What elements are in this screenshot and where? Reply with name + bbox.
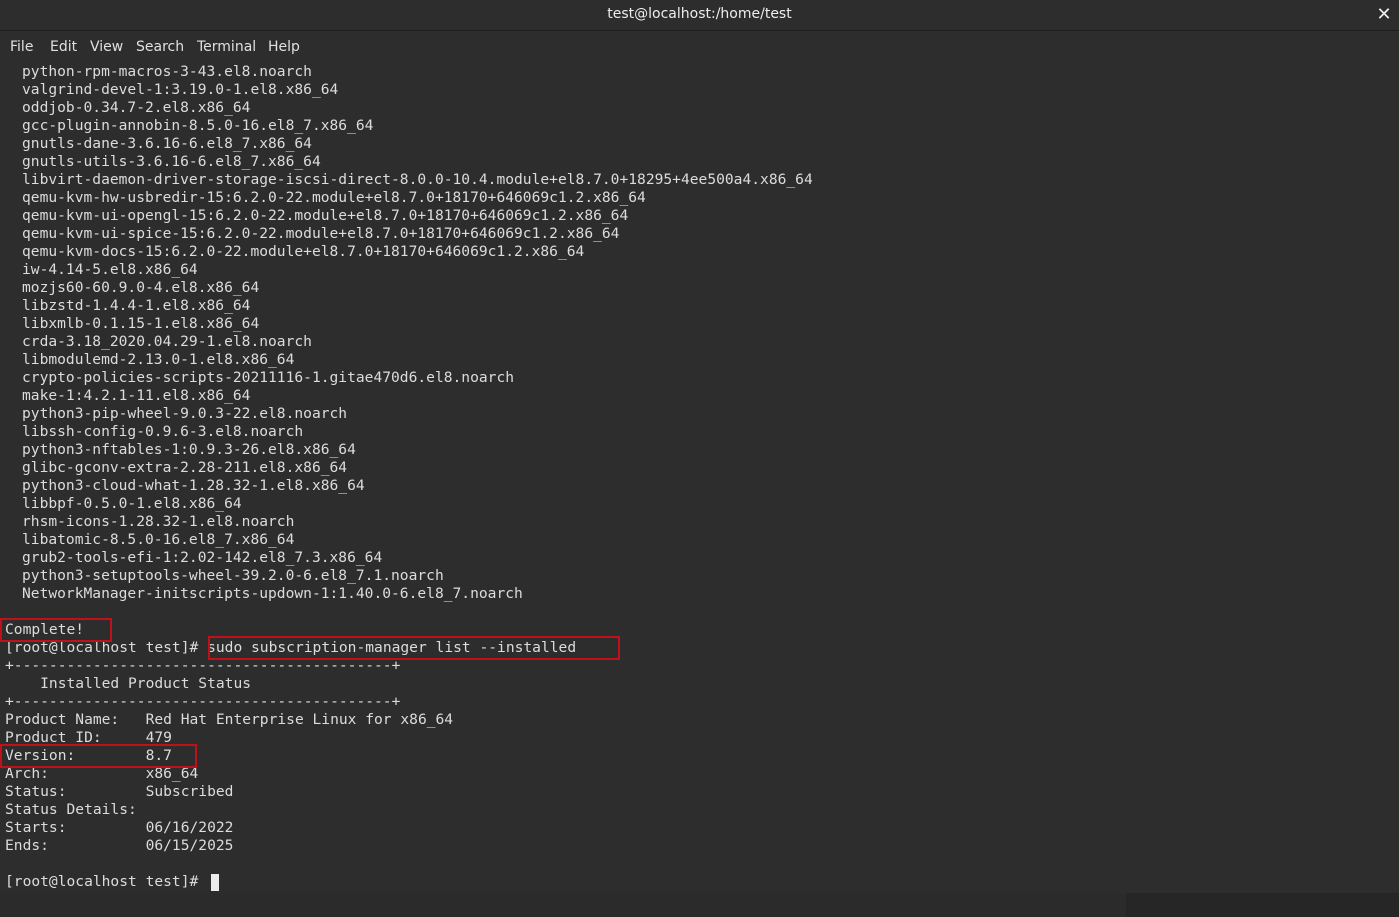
package-line: grub2-tools-efi-1:2.02-142.el8_7.3.x86_6… [22, 549, 383, 566]
title-bar: test@localhost:/home/test ✕ [0, 0, 1399, 31]
terminal-output[interactable]: python-rpm-macros-3-43.el8.noarch valgrin… [0, 62, 1399, 893]
package-line: qemu-kvm-ui-opengl-15:6.2.0-22.module+el… [22, 207, 629, 224]
bottom-bar [0, 893, 1399, 917]
package-line: NetworkManager-initscripts-updown-1:1.40… [22, 585, 523, 602]
text-cursor [211, 874, 219, 891]
menu-terminal[interactable]: Terminal [197, 39, 256, 55]
package-line: python3-pip-wheel-9.0.3-22.el8.noarch [22, 405, 348, 422]
menu-view[interactable]: View [90, 39, 123, 55]
bottom-strip [0, 893, 1126, 917]
package-line: libmodulemd-2.13.0-1.el8.x86_64 [22, 351, 295, 368]
field-status-details: Status Details: [5, 801, 137, 818]
close-icon[interactable]: ✕ [1369, 0, 1399, 30]
package-line: gnutls-dane-3.6.16-6.el8_7.x86_64 [22, 135, 312, 152]
package-line: libatomic-8.5.0-16.el8_7.x86_64 [22, 531, 295, 548]
menu-search[interactable]: Search [136, 39, 184, 55]
package-line: glibc-gconv-extra-2.28-211.el8.x86_64 [22, 459, 348, 476]
package-line: qemu-kvm-ui-spice-15:6.2.0-22.module+el8… [22, 225, 620, 242]
package-line: python-rpm-macros-3-43.el8.noarch [22, 63, 312, 80]
package-line: qemu-kvm-docs-15:6.2.0-22.module+el8.7.0… [22, 243, 585, 260]
final-prompt: [root@localhost test]# [5, 873, 208, 890]
field-ends: Ends: 06/15/2025 [5, 837, 234, 854]
package-line: rhsm-icons-1.28.32-1.el8.noarch [22, 513, 295, 530]
package-line: libssh-config-0.9.6-3.el8.noarch [22, 423, 304, 440]
package-line: libzstd-1.4.4-1.el8.x86_64 [22, 297, 251, 314]
package-line: libxmlb-0.1.15-1.el8.x86_64 [22, 315, 260, 332]
package-line: crda-3.18_2020.04.29-1.el8.noarch [22, 333, 312, 350]
status-header: Installed Product Status [5, 675, 252, 692]
package-line: gnutls-utils-3.6.16-6.el8_7.x86_64 [22, 153, 321, 170]
highlight-command [208, 636, 620, 660]
table-divider-bottom: +---------------------------------------… [5, 693, 401, 710]
menu-edit[interactable]: Edit [50, 39, 77, 55]
package-line: iw-4.14-5.el8.x86_64 [22, 261, 198, 278]
package-line: python3-nftables-1:0.9.3-26.el8.x86_64 [22, 441, 356, 458]
package-line: qemu-kvm-hw-usbredir-15:6.2.0-22.module+… [22, 189, 646, 206]
field-status: Status: Subscribed [5, 783, 234, 800]
package-line: python3-setuptools-wheel-39.2.0-6.el8_7.… [22, 567, 444, 584]
field-starts: Starts: 06/16/2022 [5, 819, 234, 836]
highlight-version [0, 744, 197, 768]
package-line: make-1:4.2.1-11.el8.x86_64 [22, 387, 251, 404]
menu-help[interactable]: Help [268, 39, 300, 55]
package-line: valgrind-devel-1:3.19.0-1.el8.x86_64 [22, 81, 339, 98]
package-line: oddjob-0.34.7-2.el8.x86_64 [22, 99, 251, 116]
package-line: python3-cloud-what-1.28.32-1.el8.x86_64 [22, 477, 365, 494]
package-line: crypto-policies-scripts-20211116-1.gitae… [22, 369, 515, 386]
package-line: libvirt-daemon-driver-storage-iscsi-dire… [22, 171, 813, 188]
package-line: mozjs60-60.9.0-4.el8.x86_64 [22, 279, 260, 296]
package-line: libbpf-0.5.0-1.el8.x86_64 [22, 495, 242, 512]
highlight-complete [0, 618, 112, 642]
window-title: test@localhost:/home/test [607, 6, 792, 22]
menu-bar: File Edit View Search Terminal Help [0, 31, 1399, 61]
menu-file[interactable]: File [10, 39, 33, 55]
field-product-name: Product Name: Red Hat Enterprise Linux f… [5, 711, 454, 728]
package-line: gcc-plugin-annobin-8.5.0-16.el8_7.x86_64 [22, 117, 374, 134]
